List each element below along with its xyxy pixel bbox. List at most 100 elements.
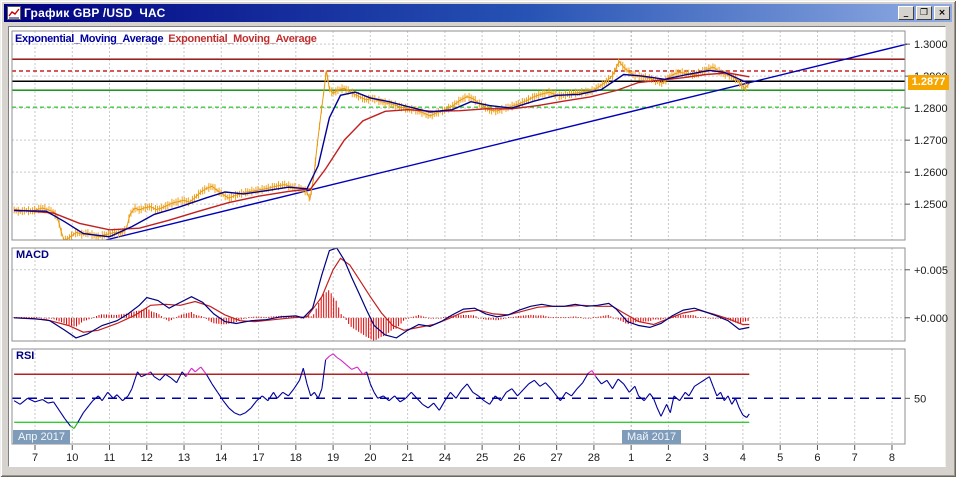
- rsi-line-segment: [644, 394, 650, 401]
- y-axis-label: 50: [914, 393, 926, 405]
- rsi-line-segment: [20, 398, 27, 404]
- rsi-line-segment: [160, 374, 166, 380]
- rsi-line-segment: [540, 383, 546, 387]
- rsi-line-segment: [83, 406, 89, 413]
- rsi-line-segment: [736, 398, 740, 408]
- rsi-line-segment: [546, 383, 552, 389]
- trend-line: [106, 44, 907, 240]
- rsi-line-segment: [743, 415, 747, 417]
- rsi-line-segment: [713, 386, 717, 396]
- rsi-line-segment: [277, 392, 283, 398]
- rsi-line-segment: [78, 413, 84, 423]
- rsi-line-segment: [333, 354, 337, 358]
- chart-canvas[interactable]: 1.30001.29001.28001.27001.26001.2500+0.0…: [0, 0, 956, 477]
- y-axis-label: 1.2500: [914, 199, 948, 211]
- rsi-line-segment: [506, 389, 512, 393]
- rsi-line-segment: [74, 422, 78, 428]
- rsi-line-segment: [588, 371, 592, 374]
- rsi-line-segment: [283, 392, 289, 396]
- rsi-line-segment: [739, 408, 743, 415]
- rsi-panel-label: RSI: [16, 350, 34, 362]
- rsi-line-segment: [274, 392, 278, 398]
- rsi-line-segment: [601, 380, 607, 384]
- x-axis-label: 26: [513, 452, 525, 464]
- rsi-line-segment: [566, 392, 572, 396]
- macd-line: [14, 248, 749, 338]
- rsi-line-segment: [288, 389, 294, 396]
- rsi-line-segment: [428, 403, 434, 408]
- rsi-line-segment: [89, 401, 93, 406]
- rsi-line-segment: [201, 367, 207, 374]
- rsi-line-segment: [192, 368, 196, 372]
- rsi-line-segment: [439, 401, 445, 411]
- rsi-line-segment: [706, 377, 710, 379]
- rsi-line-segment: [456, 390, 462, 398]
- x-axis-label: 2: [665, 452, 671, 464]
- rsi-line-segment: [177, 372, 183, 383]
- rsi-line-segment: [529, 380, 535, 384]
- rsi-line-segment: [732, 398, 736, 404]
- rsi-line-segment: [229, 408, 235, 413]
- rsi-line-segment: [108, 392, 114, 398]
- rsi-line-segment: [629, 386, 635, 392]
- rsi-line-segment: [195, 367, 201, 372]
- rsi-line-segment: [341, 360, 347, 365]
- rsi-line-segment: [262, 396, 268, 401]
- price-panel: [12, 31, 905, 240]
- y-axis-label: 1.3000: [914, 39, 948, 51]
- rsi-line-segment: [48, 402, 54, 403]
- rsi-line-segment: [490, 396, 496, 404]
- macd-panel: [12, 248, 905, 341]
- rsi-line-segment: [607, 380, 613, 388]
- x-axis-label: 14: [215, 452, 227, 464]
- rsi-line-segment: [337, 357, 341, 359]
- rsi-line-segment: [689, 386, 695, 396]
- x-axis-label: 12: [141, 452, 153, 464]
- rsi-line-segment: [251, 401, 257, 408]
- x-axis-label: 17: [252, 452, 264, 464]
- x-axis-label: 11: [104, 452, 115, 464]
- rsi-line-segment: [685, 392, 689, 396]
- rsi-line-segment: [234, 413, 240, 415]
- rsi-line-segment: [709, 377, 713, 387]
- x-axis-label: 24: [439, 452, 451, 464]
- rsi-line-segment: [560, 392, 566, 400]
- x-axis-label: 7: [32, 452, 38, 464]
- rsi-line-segment: [654, 398, 658, 408]
- rsi-line-segment: [657, 408, 661, 416]
- current-price-badge: 1.2877: [908, 75, 949, 90]
- rsi-line-segment: [35, 400, 43, 402]
- rsi-panel: [12, 349, 905, 444]
- rsi-line-segment: [154, 377, 160, 381]
- rsi-line-segment: [473, 392, 479, 396]
- rsi-line-segment: [434, 403, 440, 410]
- rsi-line-segment: [445, 392, 451, 400]
- rsi-line-segment: [406, 392, 412, 398]
- rsi-line-segment: [117, 395, 123, 401]
- rsi-line-segment: [171, 378, 177, 383]
- rsi-line-segment: [303, 368, 307, 384]
- rsi-line-segment: [728, 396, 732, 404]
- legend-ema-fast: Exponential_Moving_Average: [15, 33, 163, 45]
- rsi-line-segment: [318, 389, 322, 399]
- x-axis-label: 7: [852, 452, 858, 464]
- x-axis-label: 5: [777, 452, 783, 464]
- rsi-line-segment: [417, 398, 423, 404]
- rsi-line-segment: [523, 384, 529, 390]
- rsi-line-segment: [484, 401, 490, 405]
- rsi-line-segment: [695, 383, 701, 387]
- rsi-line-segment: [700, 379, 706, 383]
- rsi-line-segment: [572, 389, 578, 396]
- rsi-line-segment: [59, 410, 65, 418]
- x-axis-label: 10: [66, 452, 78, 464]
- x-axis-label: 21: [401, 452, 413, 464]
- rsi-line-segment: [43, 400, 49, 404]
- rsi-line-segment: [370, 384, 374, 392]
- y-axis-label: +0.000: [914, 313, 948, 325]
- rsi-line-segment: [596, 377, 602, 384]
- rsi-line-segment: [352, 367, 358, 369]
- rsi-line-segment: [650, 394, 654, 399]
- rsi-line-segment: [294, 380, 300, 388]
- rsi-line-segment: [223, 401, 229, 408]
- rsi-line-segment: [661, 404, 667, 416]
